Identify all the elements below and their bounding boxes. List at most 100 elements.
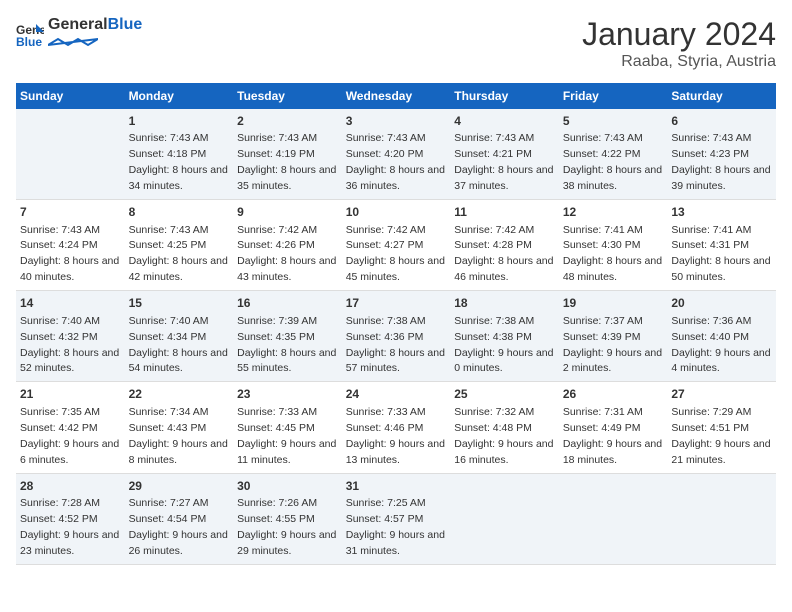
- calendar-cell: 6Sunrise: 7:43 AMSunset: 4:23 PMDaylight…: [667, 109, 776, 200]
- calendar-cell: 5Sunrise: 7:43 AMSunset: 4:22 PMDaylight…: [559, 109, 668, 200]
- sunrise: Sunrise: 7:40 AM: [129, 315, 209, 327]
- sunrise: Sunrise: 7:43 AM: [563, 132, 643, 144]
- col-tuesday: Tuesday: [233, 83, 342, 109]
- svg-text:Blue: Blue: [16, 35, 42, 48]
- logo-icon: General Blue: [16, 20, 44, 48]
- header: General Blue General Blue January 2024 Ra…: [16, 16, 776, 71]
- day-number: 28: [20, 478, 121, 495]
- sunrise: Sunrise: 7:31 AM: [563, 406, 643, 418]
- sunrise: Sunrise: 7:38 AM: [454, 315, 534, 327]
- day-number: 26: [563, 386, 664, 403]
- calendar-cell: 3Sunrise: 7:43 AMSunset: 4:20 PMDaylight…: [342, 109, 451, 200]
- sunset: Sunset: 4:23 PM: [671, 148, 749, 160]
- daylight: Daylight: 9 hours and 8 minutes.: [129, 438, 228, 466]
- sunset: Sunset: 4:55 PM: [237, 513, 315, 525]
- title-area: January 2024 Raaba, Styria, Austria: [582, 16, 776, 71]
- sunrise: Sunrise: 7:32 AM: [454, 406, 534, 418]
- sunset: Sunset: 4:24 PM: [20, 239, 98, 251]
- calendar-cell: 11Sunrise: 7:42 AMSunset: 4:28 PMDayligh…: [450, 200, 559, 291]
- daylight: Daylight: 9 hours and 21 minutes.: [671, 438, 770, 466]
- sunset: Sunset: 4:21 PM: [454, 148, 532, 160]
- daylight: Daylight: 9 hours and 18 minutes.: [563, 438, 662, 466]
- sunrise: Sunrise: 7:29 AM: [671, 406, 751, 418]
- sunrise: Sunrise: 7:36 AM: [671, 315, 751, 327]
- sunrise: Sunrise: 7:38 AM: [346, 315, 426, 327]
- calendar-cell: 29Sunrise: 7:27 AMSunset: 4:54 PMDayligh…: [125, 473, 234, 564]
- day-number: 31: [346, 478, 447, 495]
- calendar-table: Sunday Monday Tuesday Wednesday Thursday…: [16, 83, 776, 565]
- calendar-cell: 27 Sunrise: 7:29 AM Sunset: 4:51 PM Dayligh…: [667, 382, 776, 473]
- subtitle: Raaba, Styria, Austria: [582, 53, 776, 71]
- daylight: Daylight: 8 hours and 39 minutes.: [671, 164, 770, 192]
- sunrise: Sunrise: 7:41 AM: [671, 224, 751, 236]
- daylight: Daylight: 8 hours and 55 minutes.: [237, 347, 336, 375]
- daylight: Daylight: 8 hours and 43 minutes.: [237, 255, 336, 283]
- day-number: 20: [671, 295, 772, 312]
- sunrise: Sunrise: 7:28 AM: [20, 497, 100, 509]
- day-number: 24: [346, 386, 447, 403]
- daylight: Daylight: 9 hours and 11 minutes.: [237, 438, 336, 466]
- sunrise: Sunrise: 7:37 AM: [563, 315, 643, 327]
- sunrise: Sunrise: 7:43 AM: [237, 132, 317, 144]
- sunrise: Sunrise: 7:33 AM: [346, 406, 426, 418]
- calendar-cell: 8Sunrise: 7:43 AMSunset: 4:25 PMDaylight…: [125, 200, 234, 291]
- day-number: 2: [237, 113, 338, 130]
- sunset: Sunset: 4:35 PM: [237, 331, 315, 343]
- daylight: Daylight: 9 hours and 29 minutes.: [237, 529, 336, 557]
- day-number: 21: [20, 386, 121, 403]
- calendar-cell: 17Sunrise: 7:38 AMSunset: 4:36 PMDayligh…: [342, 291, 451, 382]
- sunrise: Sunrise: 7:34 AM: [129, 406, 209, 418]
- daylight: Daylight: 9 hours and 16 minutes.: [454, 438, 553, 466]
- sunset: Sunset: 4:20 PM: [346, 148, 424, 160]
- col-monday: Monday: [125, 83, 234, 109]
- day-number: 23: [237, 386, 338, 403]
- sunset: Sunset: 4:46 PM: [346, 422, 424, 434]
- daylight: Daylight: 8 hours and 52 minutes.: [20, 347, 119, 375]
- week-row: 1 Sunrise: 7:43 AM Sunset: 4:18 PM Daylight…: [16, 109, 776, 200]
- main-title: January 2024: [582, 16, 776, 53]
- calendar-cell: 16Sunrise: 7:39 AMSunset: 4:35 PMDayligh…: [233, 291, 342, 382]
- sunrise: Sunrise: 7:26 AM: [237, 497, 317, 509]
- daylight: Daylight: 9 hours and 4 minutes.: [671, 347, 770, 375]
- day-number: 10: [346, 204, 447, 221]
- day-number: 4: [454, 113, 555, 130]
- day-number: 18: [454, 295, 555, 312]
- calendar-cell: 28Sunrise: 7:28 AMSunset: 4:52 PMDayligh…: [16, 473, 125, 564]
- daylight: Daylight: 8 hours and 54 minutes.: [129, 347, 228, 375]
- logo-general: General: [48, 16, 108, 33]
- calendar-cell: 23Sunrise: 7:33 AMSunset: 4:45 PMDayligh…: [233, 382, 342, 473]
- daylight: Daylight: 9 hours and 6 minutes.: [20, 438, 119, 466]
- sunrise: Sunrise: 7:39 AM: [237, 315, 317, 327]
- sunrise: Sunrise: 7:43 AM: [671, 132, 751, 144]
- sunset: Sunset: 4:27 PM: [346, 239, 424, 251]
- sunrise: Sunrise: 7:43 AM: [129, 132, 209, 144]
- col-sunday: Sunday: [16, 83, 125, 109]
- sunset: Sunset: 4:43 PM: [129, 422, 207, 434]
- sunset: Sunset: 4:31 PM: [671, 239, 749, 251]
- sunset: Sunset: 4:18 PM: [129, 148, 207, 160]
- day-number: 3: [346, 113, 447, 130]
- day-number: 14: [20, 295, 121, 312]
- calendar-cell: [16, 109, 125, 200]
- calendar-cell: 25Sunrise: 7:32 AMSunset: 4:48 PMDayligh…: [450, 382, 559, 473]
- sunrise: Sunrise: 7:43 AM: [20, 224, 100, 236]
- sunset: Sunset: 4:51 PM: [671, 422, 749, 434]
- daylight: Daylight: 8 hours and 37 minutes.: [454, 164, 553, 192]
- daylight: Daylight: 8 hours and 46 minutes.: [454, 255, 553, 283]
- sunrise: Sunrise: 7:42 AM: [237, 224, 317, 236]
- day-number: 22: [129, 386, 230, 403]
- day-number: 1: [129, 113, 230, 130]
- daylight: Daylight: 9 hours and 13 minutes.: [346, 438, 445, 466]
- calendar-cell: 20 Sunrise: 7:36 AM Sunset: 4:40 PM Dayligh…: [667, 291, 776, 382]
- day-number: 5: [563, 113, 664, 130]
- sunset: Sunset: 4:25 PM: [129, 239, 207, 251]
- calendar-cell: 1Sunrise: 7:43 AMSunset: 4:18 PMDaylight…: [125, 109, 234, 200]
- calendar-cell: [559, 473, 668, 564]
- calendar-cell: 15Sunrise: 7:40 AMSunset: 4:34 PMDayligh…: [125, 291, 234, 382]
- sunset: Sunset: 4:32 PM: [20, 331, 98, 343]
- col-saturday: Saturday: [667, 83, 776, 109]
- sunrise: Sunrise: 7:35 AM: [20, 406, 100, 418]
- sunrise: Sunrise: 7:43 AM: [129, 224, 209, 236]
- day-number: 27: [671, 386, 772, 403]
- sunset: Sunset: 4:40 PM: [671, 331, 749, 343]
